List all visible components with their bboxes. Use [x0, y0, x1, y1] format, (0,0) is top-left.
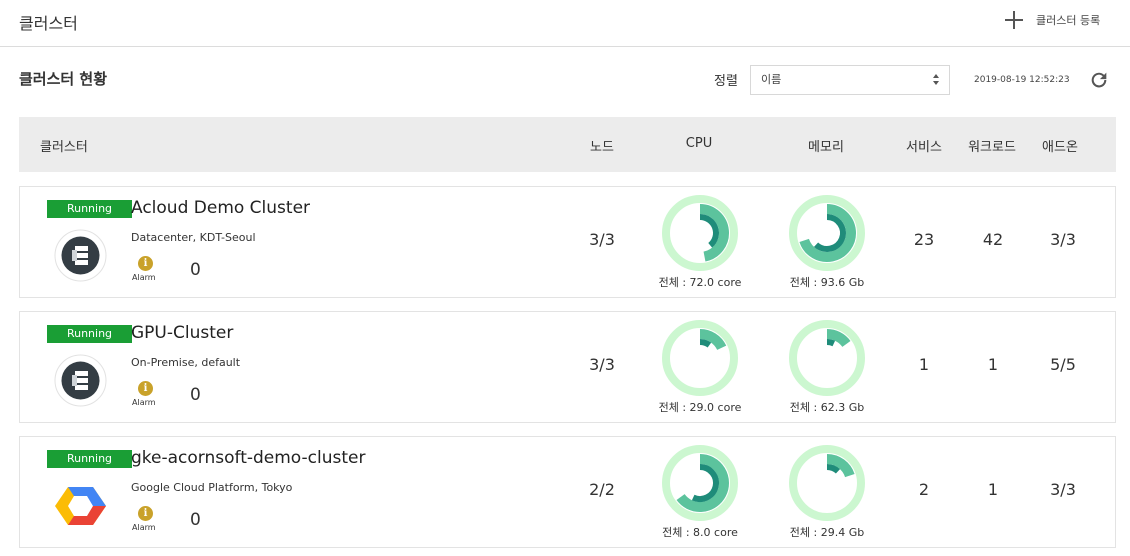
column-header-cpu[interactable]: CPU — [679, 136, 719, 151]
cluster-row[interactable]: Running GPU-Cluster On-Premise, default … — [19, 311, 1116, 423]
status-badge: Running — [47, 450, 132, 468]
cluster-row[interactable]: Running Acloud Demo Cluster Datacenter, … — [19, 186, 1116, 298]
alarm-count: 0 — [190, 260, 201, 280]
plus-icon — [1002, 8, 1026, 32]
column-header-workloads[interactable]: 워크로드 — [961, 136, 1023, 155]
cluster-logo — [54, 479, 107, 532]
status-badge: Running — [47, 200, 132, 218]
page-title: 클러스터 — [19, 14, 78, 33]
column-header-memory[interactable]: 메모리 — [801, 136, 851, 155]
cpu-total: 전체 : 72.0 core — [658, 276, 742, 289]
addon-count: 3/3 — [1050, 230, 1076, 249]
service-count: 23 — [913, 230, 935, 249]
cpu-total: 전체 : 29.0 core — [658, 401, 742, 414]
memory-total: 전체 : 29.4 Gb — [789, 526, 865, 539]
sort-select-value: 이름 — [761, 73, 782, 86]
register-cluster-button[interactable]: 클러스터 등록 — [1002, 8, 1100, 32]
cluster-name[interactable]: Acloud Demo Cluster — [131, 198, 310, 218]
status-badge: Running — [47, 325, 132, 343]
top-bar: 클러스터 클러스터 등록 — [0, 0, 1130, 47]
alarm-icon[interactable]: i — [138, 506, 153, 521]
alarm-count: 0 — [190, 385, 201, 405]
node-count: 3/3 — [589, 230, 615, 249]
memory-total: 전체 : 62.3 Gb — [789, 401, 865, 414]
refresh-icon[interactable] — [1088, 69, 1110, 91]
workload-count: 1 — [987, 480, 999, 499]
server-stack-icon — [54, 354, 107, 407]
alarm-count: 0 — [190, 510, 201, 530]
register-cluster-label: 클러스터 등록 — [1036, 14, 1101, 27]
service-count: 1 — [918, 355, 930, 374]
column-header-addons[interactable]: 애드온 — [1036, 136, 1084, 155]
sort-label: 정렬 — [714, 74, 738, 89]
cluster-name[interactable]: GPU-Cluster — [131, 323, 233, 343]
addon-count: 5/5 — [1050, 355, 1076, 374]
table-header: 클러스터 노드 CPU 메모리 서비스 워크로드 애드온 — [19, 117, 1116, 172]
alarm-label: Alarm — [132, 398, 156, 407]
workload-count: 42 — [982, 230, 1004, 249]
node-count: 2/2 — [589, 480, 615, 499]
donut-usage-inner-arc — [699, 214, 719, 248]
sort-select[interactable]: 이름 — [750, 65, 950, 95]
service-count: 2 — [918, 480, 930, 499]
alarm-label: Alarm — [132, 273, 156, 282]
cluster-row[interactable]: Running gke-acornsoft-demo-cluster Googl… — [19, 436, 1116, 548]
column-header-services[interactable]: 서비스 — [899, 136, 949, 155]
cpu-usage-donut — [662, 320, 738, 396]
workload-count: 1 — [987, 355, 999, 374]
donut-usage-inner-arc — [813, 214, 846, 252]
memory-usage-donut — [789, 445, 865, 521]
addon-count: 3/3 — [1050, 480, 1076, 499]
server-stack-icon — [54, 229, 107, 282]
cpu-total: 전체 : 8.0 core — [662, 526, 738, 539]
cluster-location: Datacenter, KDT-Seoul — [131, 231, 256, 244]
section-title: 클러스터 현황 — [19, 70, 108, 88]
cluster-logo — [54, 229, 107, 282]
memory-usage-donut — [789, 195, 865, 271]
donut-usage-inner-arc — [826, 464, 841, 474]
cluster-location: On-Premise, default — [131, 356, 241, 369]
node-count: 3/3 — [589, 355, 615, 374]
alarm-icon[interactable]: i — [138, 381, 153, 396]
donut-usage-inner-arc — [699, 339, 712, 348]
google-cloud-icon — [55, 487, 106, 525]
donut-usage-inner-arc — [826, 339, 836, 347]
last-updated-timestamp: 2019-08-19 12:52:23 — [974, 75, 1070, 85]
memory-usage-donut — [789, 320, 865, 396]
cpu-usage-donut — [662, 195, 738, 271]
donut-usage-inner-arc — [691, 464, 719, 502]
cluster-logo — [54, 354, 107, 407]
select-arrows-icon — [932, 74, 940, 86]
cpu-usage-donut — [662, 445, 738, 521]
column-header-cluster[interactable]: 클러스터 — [40, 136, 88, 155]
column-header-nodes[interactable]: 노드 — [587, 136, 617, 155]
alarm-icon[interactable]: i — [138, 256, 153, 271]
memory-total: 전체 : 93.6 Gb — [789, 276, 865, 289]
cluster-location: Google Cloud Platform, Tokyo — [131, 481, 293, 494]
alarm-label: Alarm — [132, 523, 156, 532]
cluster-name[interactable]: gke-acornsoft-demo-cluster — [131, 448, 365, 468]
